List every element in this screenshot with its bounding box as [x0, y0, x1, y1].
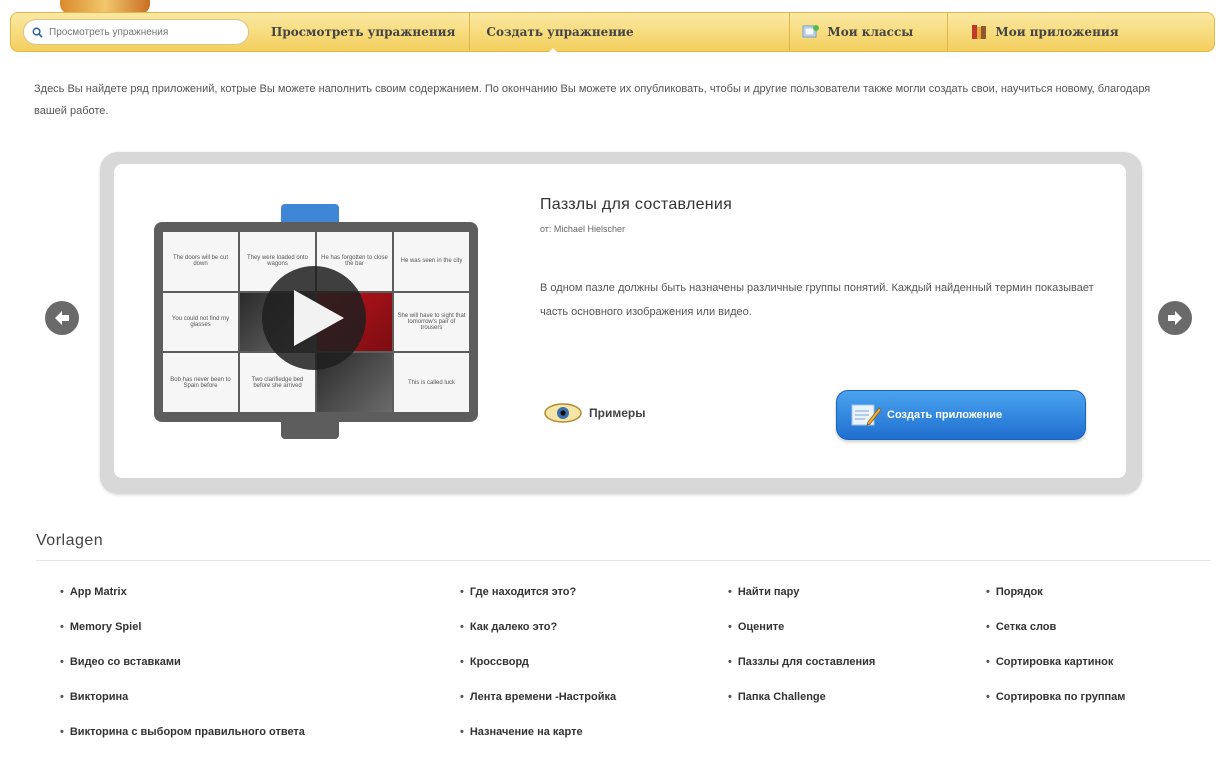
- template-link[interactable]: Видео со вставками: [60, 656, 305, 691]
- puzzle-cell: The doors will be cut down: [163, 232, 238, 291]
- template-link[interactable]: Где находится это?: [460, 586, 616, 621]
- arrow-left-icon: [55, 311, 69, 325]
- nav-create-label: Создать упражнение: [486, 25, 634, 39]
- search-icon: [32, 27, 43, 38]
- template-link[interactable]: Оцените: [728, 621, 875, 656]
- nav-my-apps[interactable]: Мои приложения: [947, 12, 1214, 52]
- template-link[interactable]: Сортировка картинок: [986, 656, 1125, 691]
- app-description: В одном пазле должны быть назначены разл…: [540, 282, 1094, 318]
- template-link[interactable]: Папка Challenge: [728, 691, 875, 726]
- classes-icon: [802, 25, 820, 38]
- prev-arrow-button[interactable]: [45, 301, 79, 335]
- examples-link[interactable]: Примеры: [543, 400, 645, 426]
- active-tab-indicator: [548, 48, 559, 53]
- template-link[interactable]: Кроссворд: [460, 656, 616, 691]
- templates-list: App Matrix Memory Spiel Видео со вставка…: [60, 586, 1220, 747]
- puzzle-cell: You could not find my glasses: [163, 292, 238, 352]
- create-app-label: Создать приложение: [887, 409, 1003, 421]
- nav-classes-label: Мои классы: [827, 25, 914, 39]
- nav-apps-label: Мои приложения: [995, 25, 1119, 39]
- edit-app-icon: [851, 404, 881, 426]
- preview-tab-bottom: [281, 419, 339, 439]
- play-icon: [294, 290, 344, 346]
- template-link[interactable]: Как далеко это?: [460, 621, 616, 656]
- intro-text: Здесь Вы найдете ряд приложений, котрые …: [34, 83, 1151, 117]
- templates-heading: Vorlagen: [36, 532, 104, 549]
- template-link[interactable]: Memory Spiel: [60, 621, 305, 656]
- nav-browse-label: Просмотреть упражнения: [271, 25, 456, 39]
- template-link[interactable]: Найти пару: [728, 586, 875, 621]
- app-author: от: Michael Hielscher: [540, 224, 625, 234]
- puzzle-cell: Bob has never been to Spain before: [163, 353, 238, 412]
- templates-column-3: Найти пару Оцените Паззлы для составлени…: [728, 586, 875, 726]
- template-link[interactable]: Викторина: [60, 691, 305, 726]
- next-arrow-button[interactable]: [1158, 301, 1192, 335]
- apps-icon: [972, 25, 987, 39]
- templates-column-1: App Matrix Memory Spiel Видео со вставка…: [60, 586, 305, 761]
- top-navbar: Просмотреть упражнения Создать упражнени…: [10, 12, 1215, 53]
- template-link[interactable]: Назначение на карте: [460, 726, 616, 761]
- app-title: Паззлы для составления: [540, 196, 733, 213]
- puzzle-cell: This is called luck: [394, 353, 469, 412]
- play-video-button[interactable]: [262, 266, 366, 370]
- template-link[interactable]: Лента времени -Настройка: [460, 691, 616, 726]
- templates-column-4: Порядок Сетка слов Сортировка картинок С…: [986, 586, 1126, 726]
- examples-label: Примеры: [589, 406, 646, 420]
- create-app-button[interactable]: Создать приложение: [836, 390, 1086, 440]
- template-link[interactable]: Сортировка по группам: [986, 691, 1126, 726]
- nav-my-classes[interactable]: Мои классы: [789, 12, 947, 52]
- template-link[interactable]: Паззлы для составления: [728, 656, 875, 691]
- eye-icon: [544, 403, 582, 423]
- templates-divider: [36, 560, 1211, 561]
- search-input[interactable]: [47, 25, 241, 39]
- puzzle-cell: He was seen in the city: [394, 232, 469, 291]
- search-box[interactable]: [23, 19, 249, 45]
- template-link[interactable]: Сетка слов: [986, 621, 1125, 656]
- nav-create-exercise[interactable]: Создать упражнение: [469, 12, 789, 53]
- templates-column-2: Где находится это? Как далеко это? Кросс…: [460, 586, 616, 761]
- template-link[interactable]: App Matrix: [60, 586, 305, 621]
- template-link[interactable]: Викторина с выбором правильного ответа: [60, 726, 305, 761]
- template-link[interactable]: Порядок: [986, 586, 1125, 621]
- arrow-right-icon: [1168, 311, 1182, 325]
- nav-browse-exercises[interactable]: Просмотреть упражнения: [271, 12, 469, 52]
- puzzle-cell: She will have to sight that tomorrow's p…: [394, 292, 469, 352]
